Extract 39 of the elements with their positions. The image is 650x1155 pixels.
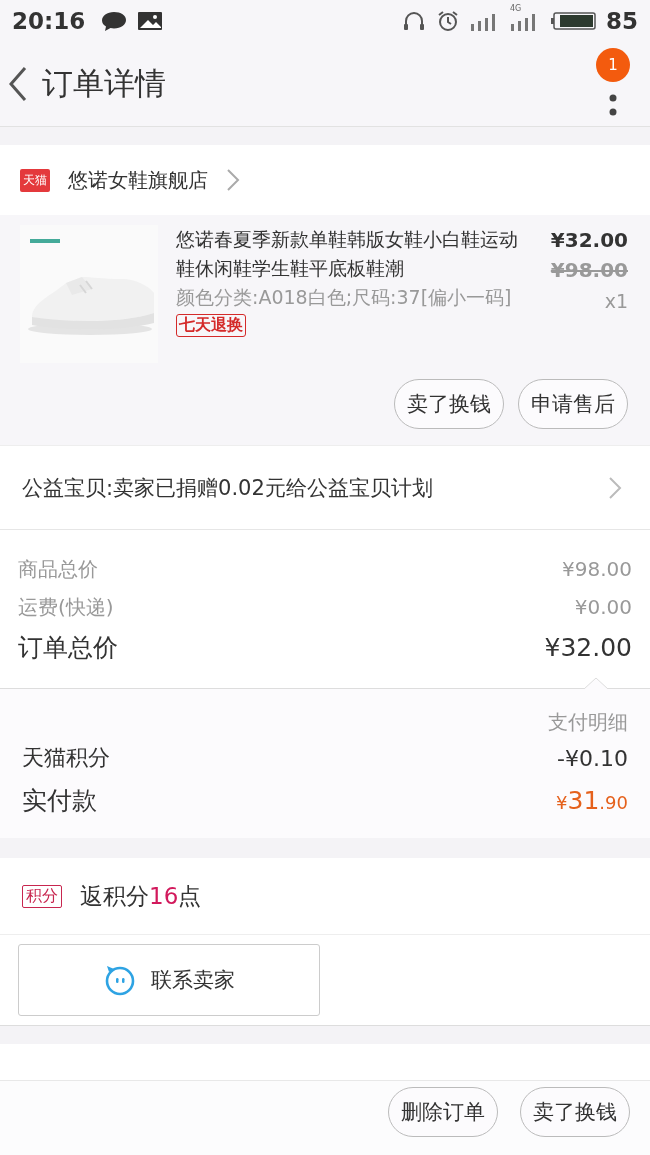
return-policy-tag: 七天退换	[176, 314, 246, 337]
contact-seller-button[interactable]: 联系卖家	[18, 944, 320, 1016]
points-tag: 积分	[22, 884, 62, 908]
summary-value: ¥32.00	[544, 632, 632, 662]
back-icon[interactable]	[8, 66, 28, 102]
product-title[interactable]: 悠诺春夏季新款单鞋韩版女鞋小白鞋运动鞋休闲鞋学生鞋平底板鞋潮	[176, 225, 524, 283]
paid-label: 实付款	[22, 784, 97, 817]
action-button[interactable]: 卖了换钱	[394, 379, 504, 429]
product-price: ¥32.00	[550, 227, 628, 254]
payment-label: 天猫积分	[22, 744, 110, 772]
summary-value: ¥98.00	[562, 557, 632, 581]
original-price: ¥98.00	[550, 257, 628, 284]
summary-label: 订单总价	[18, 631, 118, 664]
action-button[interactable]: 申请售后	[518, 379, 628, 429]
more-icon[interactable]	[609, 94, 617, 116]
product-sku: 颜色分类:A018白色;尺码:37[偏小一码]	[176, 285, 512, 310]
alarm-icon	[436, 9, 460, 33]
summary-label: 商品总价	[18, 555, 98, 583]
paid-amount: ¥31.90	[556, 785, 628, 815]
points-info: 返积分16点	[80, 881, 202, 911]
smiley-icon	[103, 963, 137, 997]
summary-label: 运费(快递)	[18, 593, 114, 621]
chat-bubble-icon	[101, 10, 128, 32]
payment-details-title: 支付明细	[548, 709, 628, 736]
action-button[interactable]: 删除订单	[388, 1087, 498, 1137]
status-time: 20:16	[12, 8, 86, 34]
battery-level: 85	[606, 8, 638, 34]
battery-icon	[550, 11, 596, 31]
network-label: 4G	[510, 4, 522, 13]
store-name[interactable]: 悠诺女鞋旗舰店	[68, 166, 208, 194]
product-quantity: x1	[604, 289, 628, 314]
payment-value: -¥0.10	[557, 745, 628, 771]
page-title: 订单详情	[42, 64, 166, 103]
action-button[interactable]: 卖了换钱	[520, 1087, 630, 1137]
store-tag: 天猫	[20, 168, 50, 192]
notification-badge: 1	[596, 48, 630, 82]
image-icon	[137, 10, 164, 32]
summary-value: ¥0.00	[574, 595, 632, 619]
headphones-icon	[402, 9, 426, 33]
